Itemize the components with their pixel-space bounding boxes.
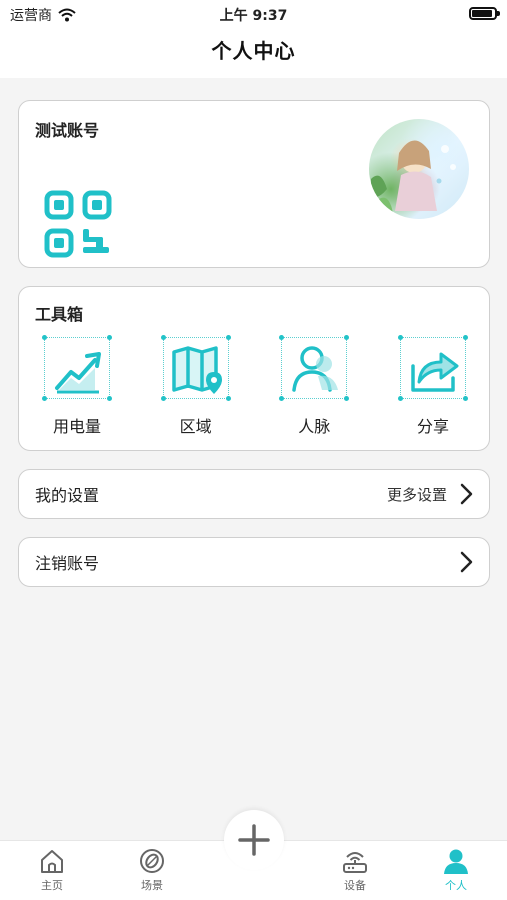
tab-device[interactable]: 设备	[325, 847, 385, 893]
contacts-icon	[292, 346, 339, 392]
tool-label: 人脉	[298, 417, 331, 436]
chevron-right-icon	[460, 483, 473, 505]
battery-icon	[469, 7, 500, 20]
map-area-icon	[171, 346, 222, 394]
tool-icon-frame	[160, 335, 231, 401]
qr-code-icon[interactable]	[43, 189, 113, 259]
plus-icon	[238, 824, 270, 856]
scene-icon	[140, 849, 164, 873]
add-button[interactable]	[224, 810, 284, 870]
my-settings-label: 我的设置	[35, 486, 100, 505]
avatar-illustration	[371, 140, 456, 215]
chevron-right-icon	[460, 551, 473, 573]
tab-home[interactable]: 主页	[22, 847, 82, 893]
toolbox-items: 用电量 区域 人脉 分享	[19, 335, 491, 437]
tab-scene[interactable]: 场景	[122, 847, 182, 893]
tool-area[interactable]: 区域	[160, 335, 232, 437]
tool-label: 分享	[416, 417, 449, 436]
tool-label: 区域	[179, 417, 212, 436]
logout-label: 注销账号	[35, 554, 100, 573]
status-time: 上午 9:37	[219, 8, 288, 24]
avatar[interactable]	[369, 119, 469, 219]
tool-label: 用电量	[52, 417, 101, 436]
nav-bar: 个人中心	[0, 28, 507, 78]
page-title: 个人中心	[211, 39, 296, 63]
tab-person[interactable]: 个人	[426, 847, 486, 893]
tool-power-usage[interactable]: 用电量	[41, 335, 113, 437]
more-settings-group[interactable]: 更多设置	[387, 483, 473, 505]
tool-contacts[interactable]: 人脉	[278, 335, 350, 437]
logout-row[interactable]: 注销账号	[18, 537, 490, 587]
tab-label: 主页	[41, 879, 63, 892]
account-name: 测试账号	[35, 121, 100, 140]
power-usage-chart-icon	[55, 352, 101, 394]
tool-icon-frame	[279, 335, 350, 401]
router-icon	[343, 852, 367, 873]
tool-share[interactable]: 分享	[397, 335, 469, 437]
home-icon	[41, 850, 63, 873]
tool-icon-frame	[397, 335, 468, 401]
share-icon	[411, 352, 459, 392]
account-card[interactable]: 测试账号	[18, 100, 490, 268]
my-settings-row[interactable]: 我的设置 更多设置	[18, 469, 490, 519]
status-bar: 运营商 上午 9:37	[0, 0, 507, 28]
person-icon	[444, 849, 468, 874]
toolbox-title: 工具箱	[35, 305, 84, 324]
toolbox-card: 工具箱 用电量 区域 人脉 分享	[18, 286, 490, 451]
tab-label: 场景	[141, 879, 163, 892]
tool-icon-frame	[42, 335, 112, 401]
more-settings-label: 更多设置	[386, 485, 447, 504]
tab-label: 个人	[445, 879, 467, 892]
tab-label: 设备	[344, 879, 366, 892]
